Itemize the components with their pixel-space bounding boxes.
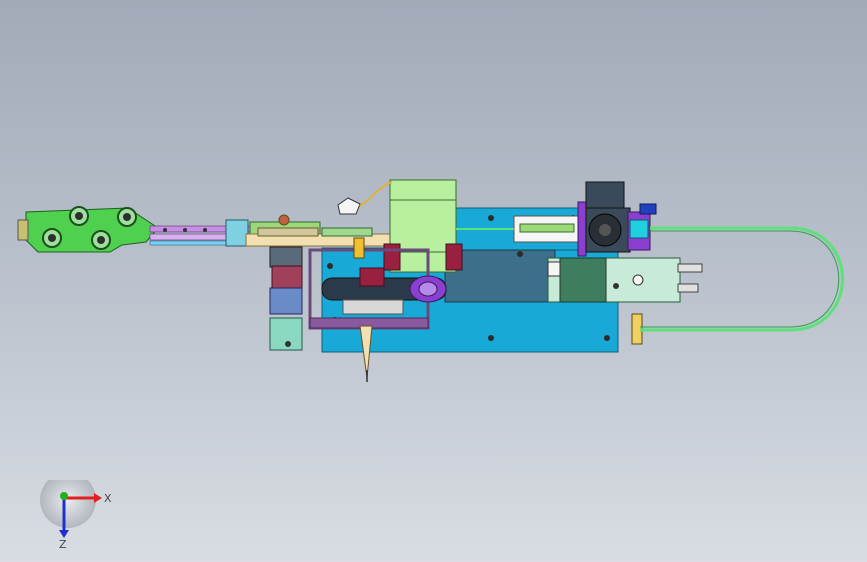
z-axis-label: Z: [59, 538, 67, 550]
y-axis-dot: [60, 492, 68, 500]
machine-assembly-model[interactable]: [0, 0, 867, 562]
axis-triad: X Z: [40, 480, 112, 550]
cad-viewport[interactable]: X Z: [0, 0, 867, 562]
triad-sphere: [40, 480, 96, 528]
feeder-bracket: [17, 206, 159, 253]
x-axis-label: X: [104, 492, 112, 505]
vertical-cylinder: [269, 246, 303, 351]
needle-tool: [359, 325, 373, 382]
